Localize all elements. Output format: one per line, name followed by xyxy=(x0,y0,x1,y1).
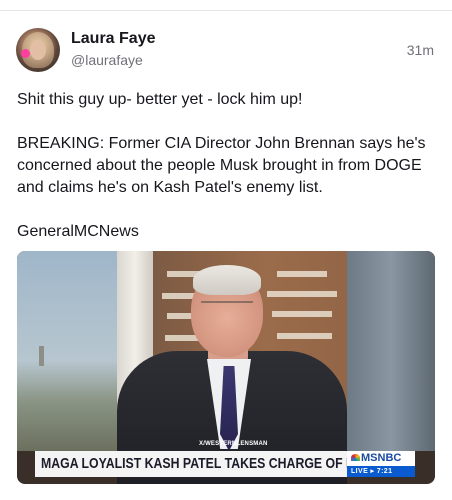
post-card[interactable]: Laura Faye @laurafaye 31m Shit this guy … xyxy=(0,0,452,500)
video-watermark: X/WESTERNLENSMAN xyxy=(199,441,268,447)
background-screen xyxy=(347,251,435,451)
background-monument xyxy=(39,346,44,366)
live-indicator: LIVE ▸ 7:21 xyxy=(347,466,415,477)
author-handle[interactable]: @laurafaye xyxy=(71,52,143,68)
post-paragraph: Shit this guy up- better yet - lock him … xyxy=(17,91,303,108)
wall-slat xyxy=(277,333,332,339)
wall-slat xyxy=(272,311,332,317)
live-time: 7:21 xyxy=(376,468,393,475)
background-window xyxy=(17,251,127,451)
post-paragraph: BREAKING: Former CIA Director John Brenn… xyxy=(17,135,426,196)
post-paragraph: GeneralMCNews xyxy=(17,223,139,240)
post-timestamp[interactable]: 31m xyxy=(407,42,434,58)
network-logo-text: MSNBC xyxy=(361,452,402,464)
news-chyron: MAGA LOYALIST KASH PATEL TAKES CHARGE OF… xyxy=(35,451,415,477)
network-logo: MSNBC xyxy=(351,452,401,464)
live-label: LIVE xyxy=(351,468,369,475)
post-body: Shit this guy up- better yet - lock him … xyxy=(17,89,441,265)
person-glasses xyxy=(201,301,253,315)
peacock-icon xyxy=(351,454,360,461)
person-hair xyxy=(193,265,261,295)
author-display-name[interactable]: Laura Faye xyxy=(71,30,155,48)
chyron-headline: MAGA LOYALIST KASH PATEL TAKES CHARGE OF… xyxy=(41,455,347,472)
chyron-headline-box: MAGA LOYALIST KASH PATEL TAKES CHARGE OF… xyxy=(35,451,347,477)
wall-slat xyxy=(267,291,337,297)
wall-slat xyxy=(277,271,327,277)
network-logo-box: MSNBC LIVE ▸ 7:21 xyxy=(347,451,415,477)
avatar-accent xyxy=(21,49,30,58)
avatar[interactable] xyxy=(16,28,60,72)
video-thumbnail[interactable]: X/WESTERNLENSMAN MAGA LOYALIST KASH PATE… xyxy=(17,251,435,484)
avatar-face xyxy=(30,40,46,60)
